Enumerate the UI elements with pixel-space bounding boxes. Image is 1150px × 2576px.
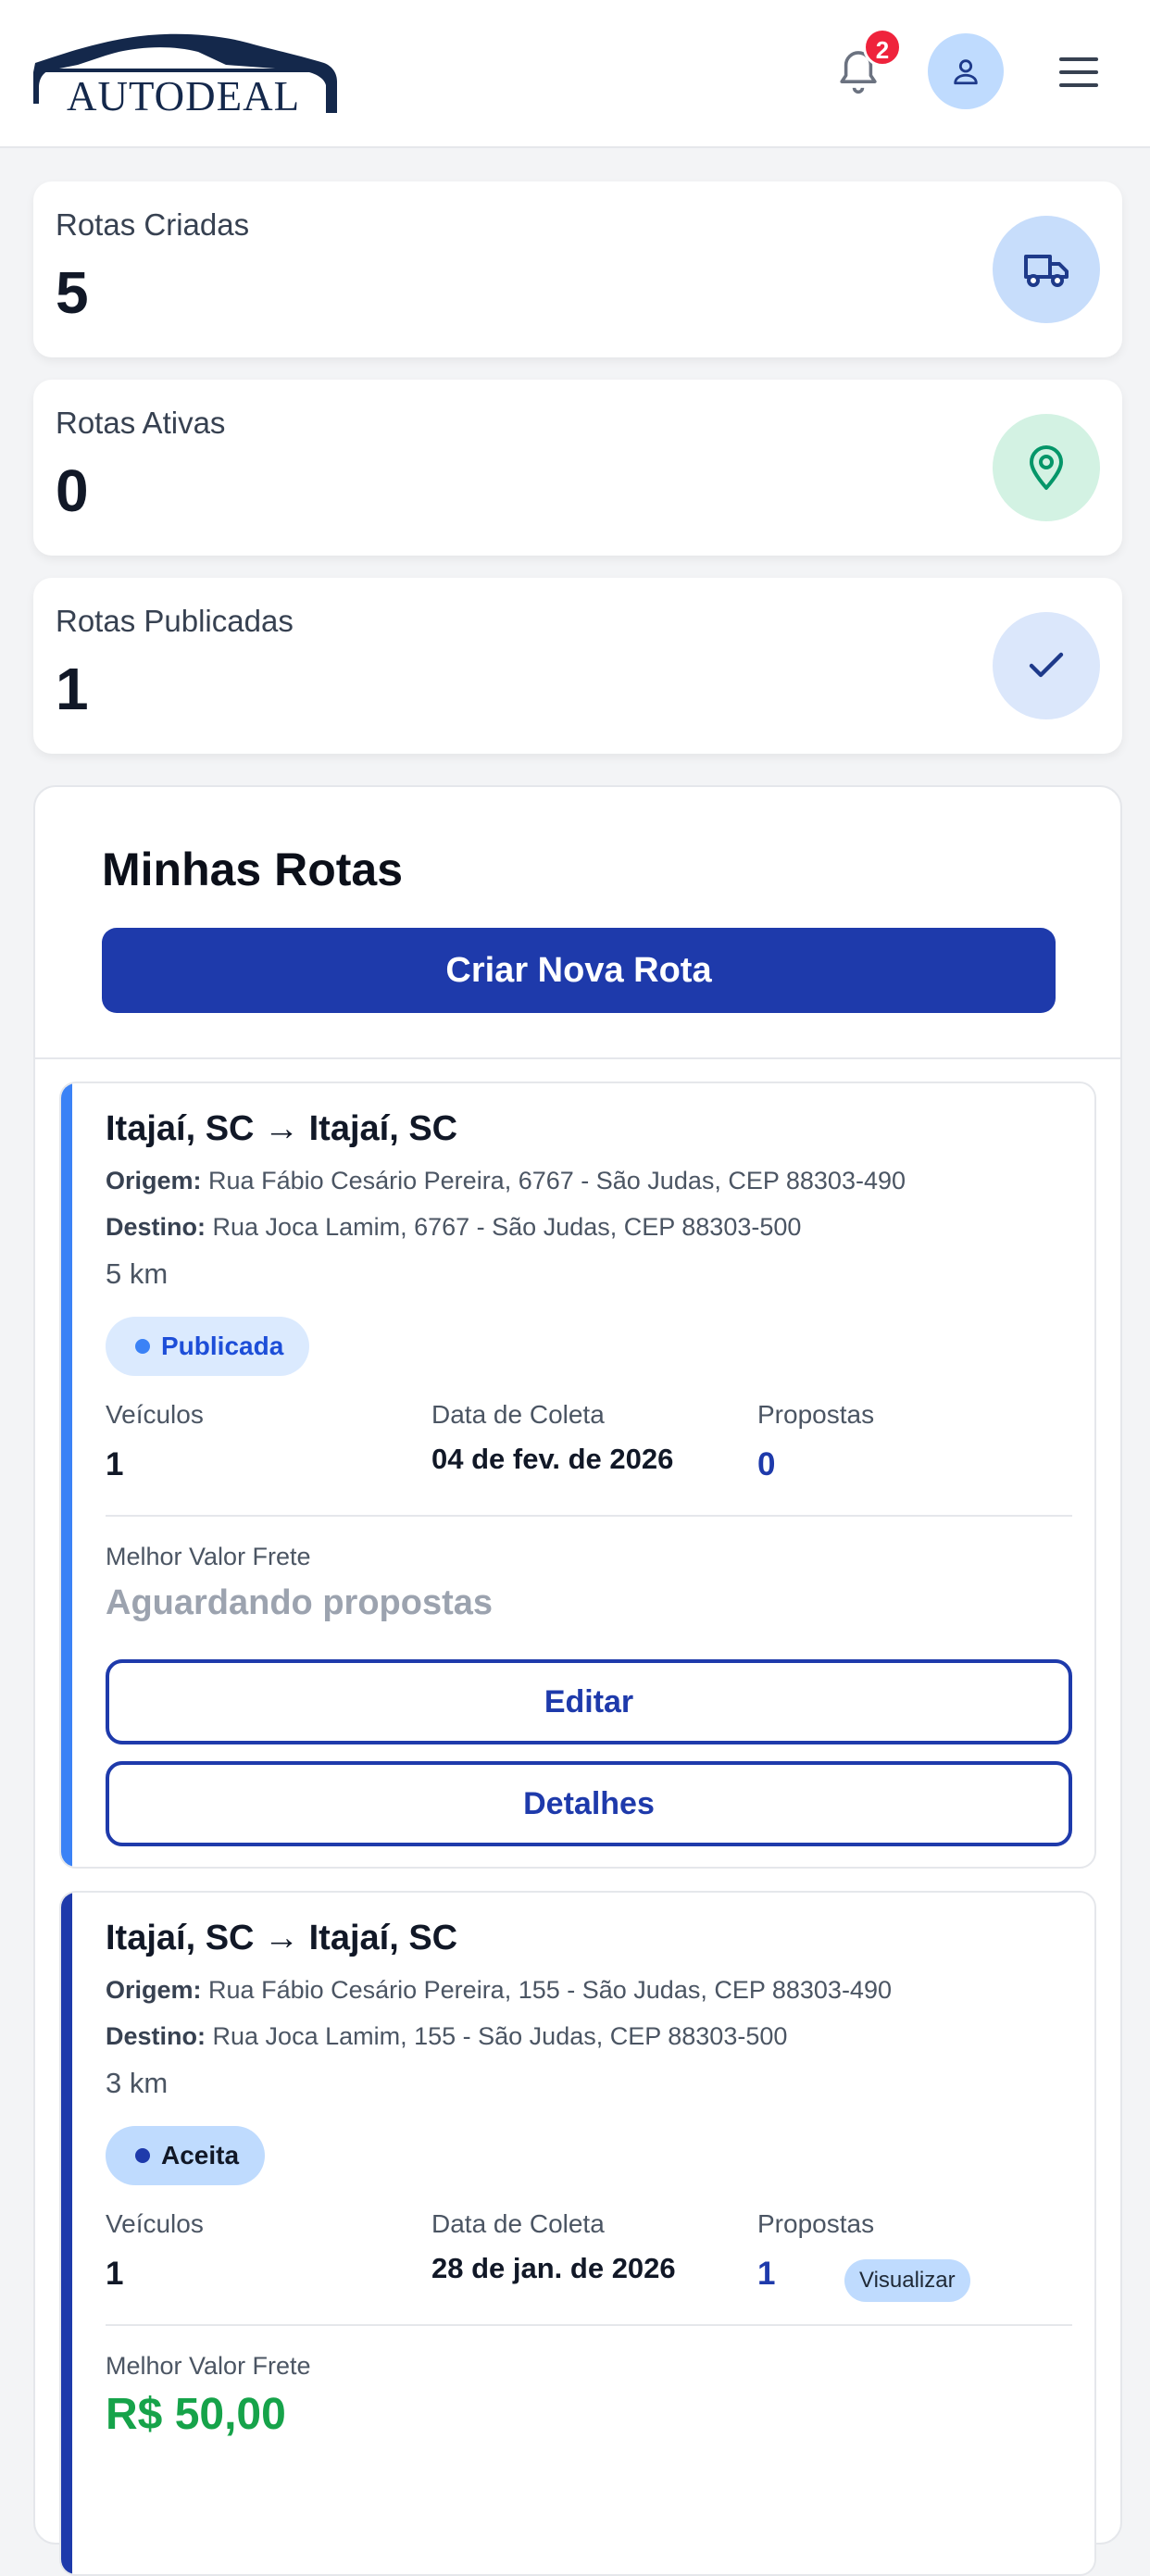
stat-label: Rotas Criadas	[56, 207, 250, 242]
best-value-text: Aguardando propostas	[106, 1583, 494, 1622]
check-icon	[1029, 652, 1064, 678]
route-card: Itajaí, SC → Itajaí, SC Origem: Rua Fábi…	[59, 1891, 1096, 2576]
route-destination: Destino: Rua Joca Lamim, 155 - São Judas…	[106, 2022, 787, 2051]
truck-icon	[1024, 255, 1069, 287]
destination-address: Rua Joca Lamim, 155 - São Judas, CEP 883…	[212, 2022, 788, 2050]
route-status-accent	[61, 1083, 72, 1867]
stat-label: Rotas Publicadas	[56, 604, 294, 638]
stat-value: 1	[56, 656, 89, 722]
stat-label: Rotas Ativas	[56, 406, 226, 440]
edit-route-button[interactable]: Editar	[106, 1659, 1072, 1744]
status-label: Aceita	[161, 2141, 240, 2170]
status-dot	[135, 2148, 150, 2163]
pickup-date-value: 04 de fev. de 2026	[431, 1443, 674, 1475]
origin-label: Origem:	[106, 1976, 202, 2004]
route-details-button[interactable]: Detalhes	[106, 1761, 1072, 1846]
route-status-accent	[61, 1893, 72, 2574]
origin-address: Rua Fábio Cesário Pereira, 6767 - São Ju…	[208, 1167, 906, 1194]
status-badge: Publicada	[106, 1317, 310, 1376]
route-distance: 3 km	[106, 2067, 169, 2099]
stat-card-routes-published: Rotas Publicadas 1	[33, 578, 1122, 754]
divider	[106, 2324, 1072, 2326]
route-title: Itajaí, SC → Itajaí, SC	[106, 1919, 458, 1957]
stat-icon-badge	[993, 216, 1100, 323]
route-card: Itajaí, SC → Itajaí, SC Origem: Rua Fábi…	[59, 1082, 1096, 1869]
status-label: Publicada	[161, 1332, 284, 1360]
pickup-date-label: Data de Coleta	[431, 2209, 605, 2238]
user-icon	[954, 59, 978, 85]
app-header: AUTODEAL 2	[0, 0, 1150, 148]
notification-count-badge: 2	[863, 28, 902, 67]
vehicles-label: Veículos	[106, 1400, 204, 1429]
origin-label: Origem:	[106, 1167, 202, 1194]
pickup-date-label: Data de Coleta	[431, 1400, 605, 1429]
origin-address: Rua Fábio Cesário Pereira, 155 - São Jud…	[208, 1976, 892, 2004]
route-origin: Origem: Rua Fábio Cesário Pereira, 6767 …	[106, 1167, 906, 1195]
my-routes-panel: Minhas Rotas Criar Nova Rota Itajaí, SC …	[33, 785, 1122, 2576]
vehicles-label: Veículos	[106, 2209, 204, 2238]
create-route-button[interactable]: Criar Nova Rota	[102, 928, 1056, 1013]
destination-address: Rua Joca Lamim, 6767 - São Judas, CEP 88…	[212, 1213, 802, 1241]
vehicles-value: 1	[106, 1446, 124, 1482]
hamburger-menu-button[interactable]	[1057, 54, 1100, 91]
proposals-label: Propostas	[757, 1400, 875, 1429]
best-value-text: R$ 50,00	[106, 2390, 286, 2439]
logo-text: AUTODEAL	[67, 73, 301, 119]
proposals-value: 0	[757, 1446, 776, 1482]
vehicles-value: 1	[106, 2256, 124, 2292]
user-avatar-button[interactable]	[928, 33, 1004, 109]
stat-card-routes-created: Rotas Criadas 5	[33, 181, 1122, 357]
route-distance: 5 km	[106, 1257, 169, 1290]
menu-icon	[1059, 57, 1098, 87]
autodeal-logo[interactable]: AUTODEAL	[31, 28, 343, 120]
divider	[106, 1515, 1072, 1517]
stat-icon-badge	[993, 612, 1100, 719]
proposals-label: Propostas	[757, 2209, 875, 2238]
proposals-value: 1	[757, 2256, 776, 2292]
best-value-label: Melhor Valor Frete	[106, 1543, 311, 1570]
stat-value: 5	[56, 259, 89, 326]
stat-card-routes-active: Rotas Ativas 0	[33, 380, 1122, 556]
route-title: Itajaí, SC → Itajaí, SC	[106, 1109, 458, 1148]
route-destination: Destino: Rua Joca Lamim, 6767 - São Juda…	[106, 1213, 801, 1242]
section-title: Minhas Rotas	[102, 844, 404, 895]
divider	[35, 1057, 1120, 1059]
status-badge: Aceita	[106, 2126, 266, 2185]
status-dot	[135, 1339, 150, 1354]
stat-value: 0	[56, 457, 89, 524]
destination-label: Destino:	[106, 1213, 206, 1241]
stat-icon-badge	[993, 414, 1100, 521]
view-proposals-button[interactable]: Visualizar	[844, 2259, 970, 2302]
route-origin: Origem: Rua Fábio Cesário Pereira, 155 -…	[106, 1976, 892, 2005]
map-pin-icon	[1030, 445, 1063, 490]
best-value-label: Melhor Valor Frete	[106, 2352, 311, 2380]
pickup-date-value: 28 de jan. de 2026	[431, 2252, 676, 2284]
destination-label: Destino:	[106, 2022, 206, 2050]
